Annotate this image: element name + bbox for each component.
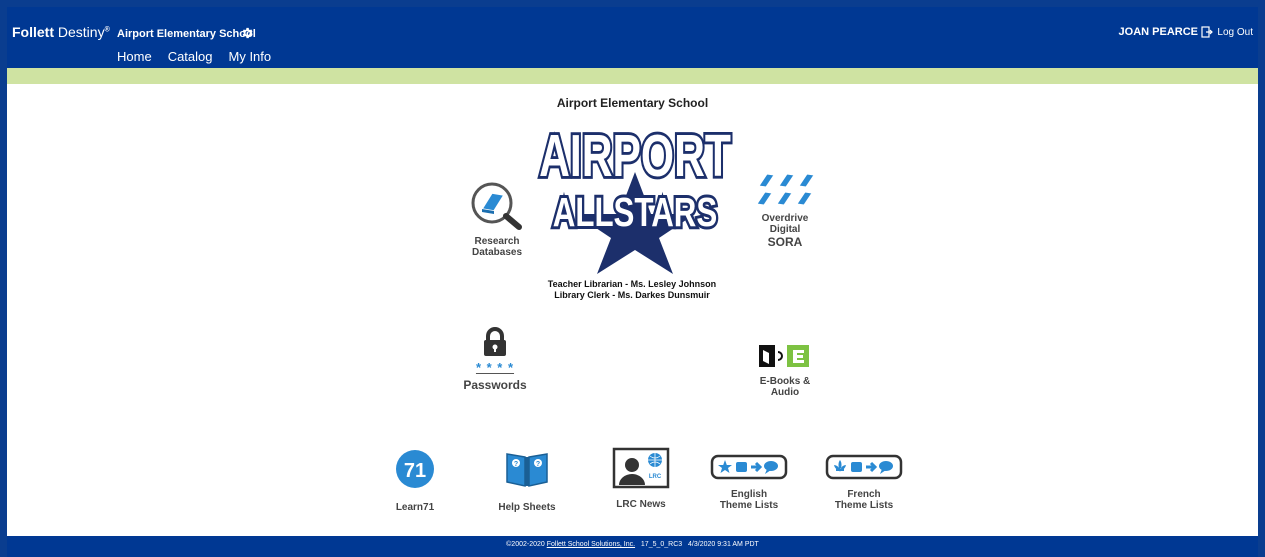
follett-company-link[interactable]: Follett School Solutions, Inc. (547, 541, 635, 548)
passwords-link[interactable]: * * * * Passwords (457, 327, 533, 392)
svg-text:?: ? (536, 461, 540, 468)
ebooks-label-1: E-Books & (759, 376, 811, 387)
ebooks-audio-link[interactable]: E-Books & Audio (747, 341, 823, 398)
user-name[interactable]: JOAN PEARCE (1119, 26, 1198, 38)
svg-text:?: ? (514, 461, 518, 468)
copyright-text: ©2002-2020 (506, 541, 545, 548)
learn71-label: Learn71 (395, 502, 435, 513)
open-book-icon: ? ? (506, 453, 548, 487)
research-databases-link[interactable]: Research Databases (452, 179, 542, 258)
logo-line2: ALLSTARS (553, 189, 717, 235)
overdrive-label-3: SORA (767, 235, 803, 249)
site-name: Airport Elementary School (117, 28, 256, 40)
lrc-badge: LRC (649, 474, 662, 480)
logout-button[interactable]: Log Out (1201, 26, 1253, 38)
lrc-news-link[interactable]: LRC LRC News (605, 447, 677, 510)
ebooks-label-2: Audio (770, 387, 800, 398)
lock-icon (484, 327, 506, 356)
staff-info: Teacher Librarian - Ms. Lesley Johnson L… (437, 279, 827, 301)
password-stars: * * * * (475, 360, 515, 375)
brand-mark: ® (104, 26, 110, 34)
magnifier-book-icon (471, 182, 522, 230)
top-navigation-bar: Follett Destiny® Airport Elementary Scho… (7, 7, 1258, 71)
timestamp-text: 4/3/2020 9:31 AM PDT (688, 541, 759, 548)
theme-sequence-icon (710, 454, 788, 480)
brand-light: Destiny (57, 24, 105, 40)
fleur-sequence-icon (825, 454, 903, 480)
gear-icon[interactable] (240, 26, 254, 40)
app-window: Follett Destiny® Airport Elementary Scho… (0, 0, 1265, 557)
news-presenter-icon: LRC (612, 447, 670, 489)
airport-allstars-logo: AIRPORT ALLSTARS (537, 121, 734, 274)
english-label-2: Theme Lists (719, 500, 779, 511)
ebook-audio-icon (759, 345, 809, 367)
research-label-1: Research (474, 236, 520, 247)
version-text: 17_5_0_RC3 (640, 541, 683, 548)
passwords-label: Passwords (463, 378, 527, 392)
french-label-1: French (847, 489, 881, 500)
english-label-1: English (730, 489, 768, 500)
learn71-badge: 71 (404, 460, 426, 482)
staff-line-1: Teacher Librarian - Ms. Lesley Johnson (547, 279, 717, 289)
learn71-icon: 71 (396, 450, 434, 488)
follett-destiny-logo[interactable]: Follett Destiny® (12, 24, 110, 40)
help-sheets-label: Help Sheets (498, 502, 556, 513)
home-content: Airport Elementary School AIRPORT ALLSTA… (7, 84, 1258, 536)
help-sheets-link[interactable]: ? ? Help Sheets (487, 449, 567, 513)
english-theme-lists-link[interactable]: English Theme Lists (707, 452, 791, 511)
lrc-news-label: LRC News (616, 499, 666, 510)
french-theme-lists-link[interactable]: French Theme Lists (822, 452, 906, 511)
logout-label: Log Out (1217, 26, 1253, 38)
overdrive-label-2: Digital (769, 224, 801, 235)
sub-navigation-bar (7, 68, 1258, 84)
overdrive-sora-link[interactable]: Overdrive Digital SORA (747, 172, 823, 249)
overdrive-label-1: Overdrive (761, 213, 809, 224)
staff-line-2: Library Clerk - Ms. Darkes Dunsmuir (554, 290, 710, 300)
french-label-2: Theme Lists (834, 500, 894, 511)
logout-icon (1201, 26, 1214, 38)
page-title: Airport Elementary School (556, 96, 709, 110)
brand-bold: Follett (12, 24, 54, 40)
learn71-link[interactable]: 71 Learn71 (387, 449, 443, 513)
books-stack-icon (756, 173, 815, 206)
footer: ©2002-2020 Follett School Solutions, Inc… (7, 536, 1258, 557)
research-label-2: Databases (471, 247, 523, 258)
logo-line1: AIRPORT (539, 123, 731, 190)
